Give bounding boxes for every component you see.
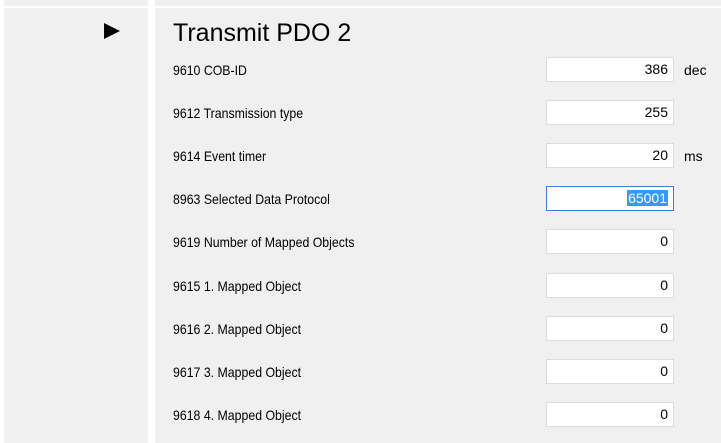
param-input-mapped-object-1[interactable]: 0 (546, 273, 674, 298)
param-value: 0 (660, 277, 668, 293)
param-input-transmission-type[interactable]: 255 (546, 100, 674, 125)
param-input-mapped-object-2[interactable]: 0 (546, 316, 674, 341)
parameter-view: Transmit PDO 2 9610 COB-ID 386 dec 9612 … (0, 0, 721, 443)
param-label-mapped-object-3: 9617 3. Mapped Object (173, 364, 302, 380)
left-panel-top (4, 0, 148, 6)
param-value: 0 (660, 233, 668, 249)
param-unit-dec: dec (684, 62, 707, 78)
param-value-selected: 65001 (627, 190, 668, 206)
param-label-mapped-object-1: 9615 1. Mapped Object (173, 278, 302, 294)
param-label-cob-id: 9610 COB-ID (173, 62, 247, 78)
left-gutter-panel (4, 8, 148, 443)
param-value: 0 (660, 363, 668, 379)
param-input-cob-id[interactable]: 386 (546, 57, 674, 82)
param-unit-ms: ms (684, 148, 703, 164)
param-label-event-timer: 9614 Event timer (173, 148, 267, 164)
param-label-mapped-object-2: 9616 2. Mapped Object (173, 321, 302, 337)
param-value: 0 (660, 320, 668, 336)
param-value: 386 (644, 61, 668, 77)
section-title: Transmit PDO 2 (173, 19, 352, 47)
param-input-selected-data-protocol[interactable]: 65001 (546, 186, 674, 211)
param-value: 20 (652, 147, 668, 163)
param-input-mapped-object-4[interactable]: 0 (546, 402, 674, 427)
param-label-selected-data-protocol: 8963 Selected Data Protocol (173, 191, 330, 207)
param-label-mapped-object-4: 9618 4. Mapped Object (173, 407, 302, 423)
param-input-mapped-object-3[interactable]: 0 (546, 359, 674, 384)
param-value: 255 (644, 104, 668, 120)
param-label-number-of-mapped-objects: 9619 Number of Mapped Objects (173, 234, 355, 250)
triangle-right-icon[interactable] (104, 23, 120, 39)
param-label-transmission-type: 9612 Transmission type (173, 105, 304, 121)
param-value: 0 (660, 406, 668, 422)
param-input-number-of-mapped-objects[interactable]: 0 (546, 229, 674, 254)
right-panel-top (155, 0, 721, 6)
param-input-event-timer[interactable]: 20 (546, 143, 674, 168)
